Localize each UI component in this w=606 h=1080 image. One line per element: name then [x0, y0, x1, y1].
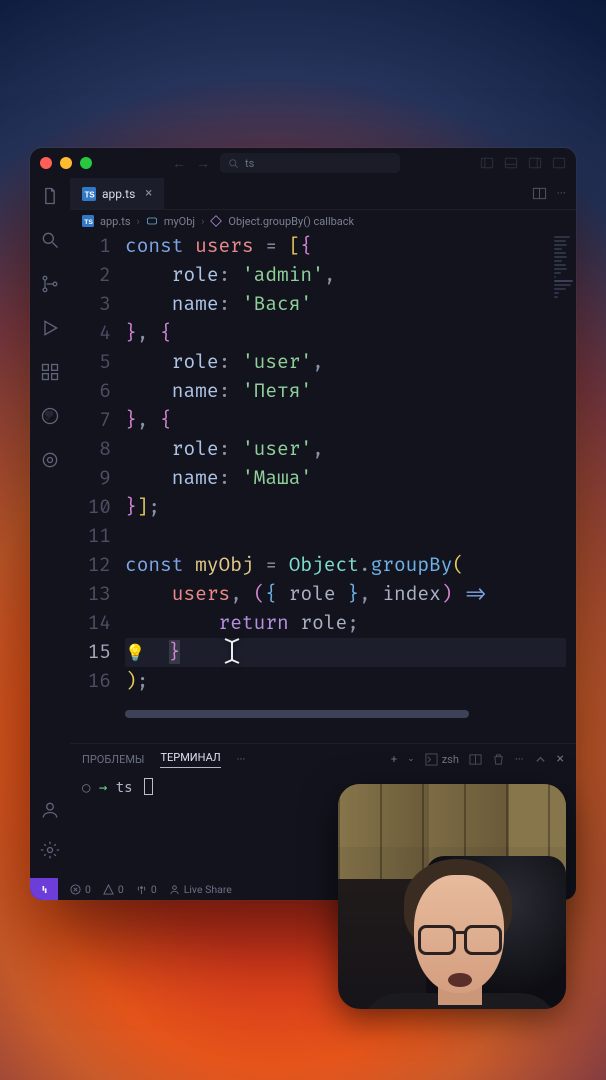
split-editor-icon[interactable]	[532, 186, 547, 201]
panel-maximize-icon[interactable]	[534, 753, 547, 766]
presenter-camera	[338, 784, 566, 1009]
status-warnings[interactable]: 0	[103, 883, 124, 896]
line-gutter: 1 2 3 4 5 6 7 8 9 10 11 12 13 14	[70, 232, 125, 696]
chevron-right-icon: ›	[137, 215, 140, 228]
panel-tab-problems[interactable]: ПРОБЛЕМЫ	[82, 753, 144, 766]
toggle-sidebar-icon[interactable]	[480, 156, 494, 170]
customize-layout-icon[interactable]	[552, 156, 566, 170]
crumb-symbol-2[interactable]: Object.groupBy() callback	[228, 215, 354, 228]
source-control-icon[interactable]	[40, 274, 60, 298]
remote-explorer-icon[interactable]	[40, 450, 60, 474]
symbol-variable-icon	[146, 215, 158, 227]
panel-more-icon[interactable]: ···	[237, 753, 246, 766]
svg-text:TS: TS	[85, 190, 95, 199]
remote-indicator[interactable]	[30, 878, 58, 900]
activity-bar	[30, 178, 70, 878]
tab-more-icon[interactable]: ···	[557, 186, 566, 201]
split-terminal-icon[interactable]	[469, 753, 482, 766]
terminal-cursor	[144, 778, 153, 795]
close-window-icon[interactable]	[40, 157, 52, 169]
editor-group: TS app.ts × ··· TS app.ts › myObj › Obje…	[70, 178, 576, 878]
panel-tab-terminal[interactable]: ТЕРМИНАЛ	[160, 751, 220, 768]
code-editor[interactable]: 1 2 3 4 5 6 7 8 9 10 11 12 13 14	[70, 232, 576, 743]
search-text: ts	[245, 157, 254, 170]
terminal-dropdown-icon[interactable]: ⌄	[407, 754, 415, 764]
terminal-sigil: ○	[82, 780, 90, 796]
tab-label: app.ts	[102, 187, 135, 201]
status-errors[interactable]: 0	[70, 883, 91, 896]
code-content[interactable]: const users = [{ role: 'admin', name: 'В…	[125, 232, 576, 696]
explorer-icon[interactable]	[40, 186, 60, 210]
svg-text:TS: TS	[84, 219, 93, 226]
title-bar: ← → ts	[30, 148, 576, 178]
typescript-file-icon: TS	[82, 215, 94, 227]
prompt-cwd: ts	[116, 780, 133, 796]
kill-terminal-icon[interactable]	[492, 753, 505, 766]
nav-forward-icon[interactable]: →	[196, 155, 208, 172]
status-ports[interactable]: 0	[136, 883, 157, 896]
editor-tabs: TS app.ts × ···	[70, 178, 576, 210]
chevron-right-icon: ›	[201, 215, 204, 228]
terminal-more-icon[interactable]: ···	[515, 753, 524, 766]
panel-tabs: ПРОБЛЕМЫ ТЕРМИНАЛ ··· + ⌄ zsh ···	[70, 744, 576, 774]
prompt-arrow-icon: →	[99, 780, 107, 796]
tab-close-icon[interactable]: ×	[145, 186, 152, 201]
live-share-icon	[169, 884, 180, 895]
symbol-method-icon	[210, 215, 222, 227]
minimize-window-icon[interactable]	[60, 157, 72, 169]
crumb-symbol-1[interactable]: myObj	[164, 215, 195, 228]
status-live-share[interactable]: Live Share	[169, 883, 232, 896]
maximize-window-icon[interactable]	[80, 157, 92, 169]
new-terminal-icon[interactable]: +	[391, 753, 397, 766]
typescript-file-icon: TS	[82, 187, 96, 201]
search-sidebar-icon[interactable]	[40, 230, 60, 254]
breadcrumbs[interactable]: TS app.ts › myObj › Object.groupBy() cal…	[70, 210, 576, 232]
terminal-shell-label[interactable]: zsh	[425, 753, 459, 766]
gear-icon[interactable]	[40, 840, 60, 864]
extensions-icon[interactable]	[40, 362, 60, 386]
nav-back-icon[interactable]: ←	[172, 155, 184, 172]
run-debug-icon[interactable]	[40, 318, 60, 342]
tab-app-ts[interactable]: TS app.ts ×	[70, 178, 165, 209]
toggle-secondary-sidebar-icon[interactable]	[528, 156, 542, 170]
crumb-file[interactable]: app.ts	[100, 215, 131, 228]
toggle-panel-icon[interactable]	[504, 156, 518, 170]
search-icon	[228, 158, 239, 169]
command-center-search[interactable]: ts	[220, 153, 400, 173]
layout-controls[interactable]	[480, 156, 566, 170]
account-icon[interactable]	[40, 800, 60, 824]
horizontal-scrollbar[interactable]	[125, 708, 566, 720]
radio-tower-icon	[136, 884, 147, 895]
error-icon	[70, 884, 81, 895]
window-controls[interactable]	[40, 157, 92, 169]
warning-icon	[103, 884, 114, 895]
lightbulb-icon[interactable]: 💡	[125, 643, 145, 663]
github-icon[interactable]	[40, 406, 60, 430]
panel-close-icon[interactable]: ×	[557, 751, 564, 767]
